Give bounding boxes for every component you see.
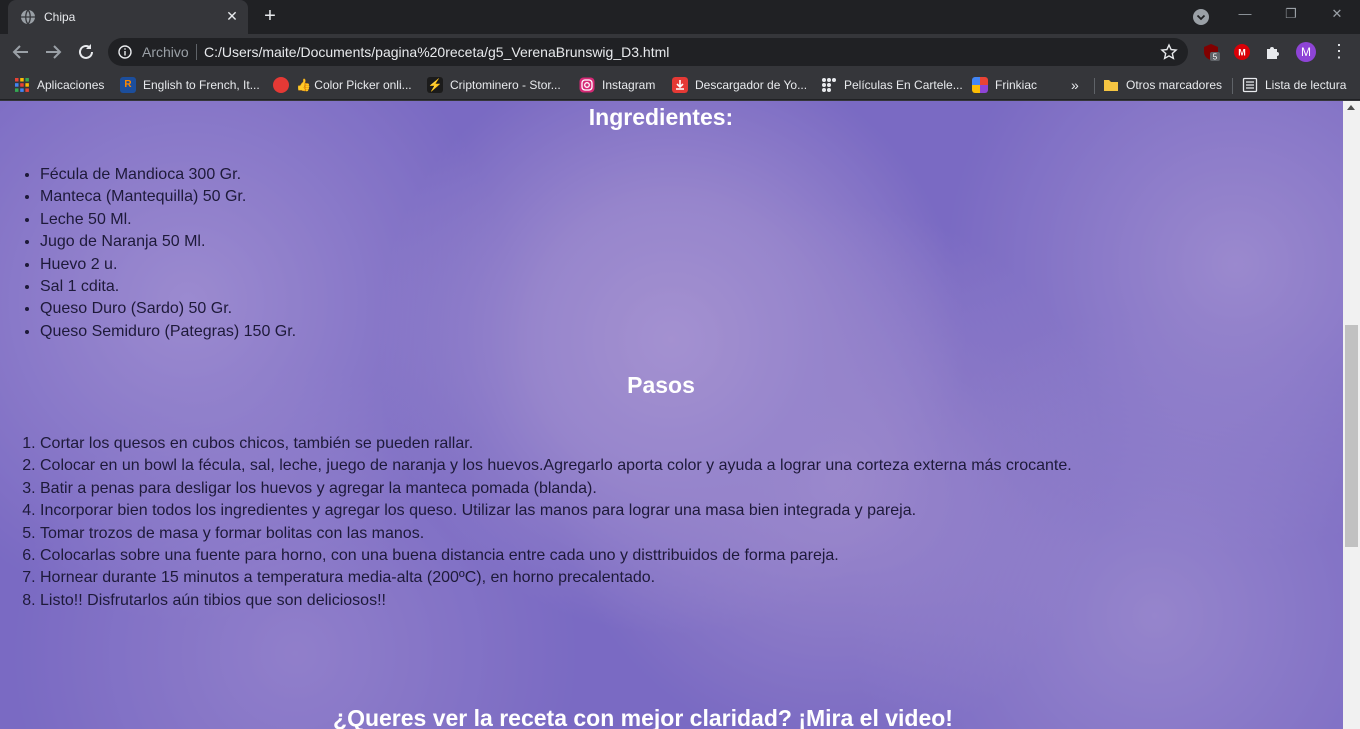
bookmark-criptominero[interactable]: ⚡ Criptominero - Stor... — [427, 76, 561, 94]
extensions-puzzle-icon[interactable] — [1264, 43, 1282, 61]
video-heading: ¿Queres ver la receta con mejor claridad… — [333, 705, 953, 729]
reading-list-label: Lista de lectura — [1265, 78, 1347, 92]
close-tab-icon[interactable]: ✕ — [224, 8, 240, 24]
close-window-icon[interactable]: ✕ — [1327, 4, 1347, 24]
color-picker-icon — [273, 77, 289, 93]
ingredient-item: Sal 1 cdita. — [40, 276, 296, 298]
bookmarks-bar: Aplicaciones R English to French, It... … — [0, 70, 1360, 100]
bookmarks-separator — [1232, 78, 1233, 94]
url-separator — [196, 44, 197, 60]
bookmark-label: Aplicaciones — [37, 78, 105, 92]
tab-strip: Chipa ✕ + — ❐ ✕ — [0, 0, 1360, 34]
bookmark-color-picker[interactable]: 👍 Color Picker onli... — [273, 76, 412, 94]
browser-tab[interactable]: Chipa ✕ — [8, 0, 248, 34]
bookmark-label: Descargador de Yo... — [695, 78, 808, 92]
bookmark-instagram[interactable]: Instagram — [579, 76, 655, 94]
step-item: Cortar los quesos en cubos chicos, tambi… — [40, 433, 1072, 455]
frinkiac-icon — [972, 77, 988, 93]
globe-icon — [21, 9, 35, 25]
step-item: Colocarlas sobre una fuente para horno, … — [40, 545, 1072, 567]
bookmark-label: Instagram — [602, 78, 656, 92]
ingredient-item: Queso Semiduro (Pategras) 150 Gr. — [40, 321, 296, 343]
other-bookmarks-folder[interactable]: Otros marcadores — [1103, 76, 1222, 94]
bookmark-star-icon[interactable] — [1160, 43, 1178, 61]
ingredients-heading: Ingredientes: — [588, 104, 734, 130]
reload-icon[interactable] — [75, 41, 97, 63]
info-icon[interactable] — [118, 45, 132, 59]
bookmark-label: Criptominero - Stor... — [450, 78, 561, 92]
step-item: Hornear durante 15 minutos a temperatura… — [40, 567, 1072, 589]
svg-text:M: M — [1238, 48, 1246, 58]
url-scheme-chip: Archivo — [142, 44, 189, 60]
ingredient-item: Fécula de Mandioca 300 Gr. — [40, 164, 296, 186]
download-icon — [672, 77, 688, 93]
bookmarks-separator — [1094, 78, 1095, 94]
other-bookmarks-label: Otros marcadores — [1126, 78, 1223, 92]
bookmarks-overflow-button[interactable]: » — [1071, 76, 1079, 94]
ingredient-item: Huevo 2 u. — [40, 254, 296, 276]
browser-menu-icon[interactable]: ⋮ — [1330, 42, 1348, 62]
bookmark-label: Películas En Cartele... — [844, 78, 963, 92]
ingredient-item: Jugo de Naranja 50 Ml. — [40, 231, 296, 253]
ingredient-item: Queso Duro (Sardo) 50 Gr. — [40, 298, 296, 320]
mega-extension-icon[interactable]: M — [1233, 43, 1251, 61]
reading-list-icon — [1242, 77, 1258, 93]
bookmark-label: Frinkiac — [995, 78, 1038, 92]
step-item: Colocar en un bowl la fécula, sal, leche… — [40, 455, 1072, 477]
browser-toolbar: Archivo C:/Users/maite/Documents/pagina%… — [0, 34, 1360, 70]
bookmark-frinkiac[interactable]: Frinkiac — [972, 76, 1037, 94]
page-scrollbar[interactable] — [1343, 101, 1360, 729]
bookmark-peliculas[interactable]: Películas En Cartele... — [821, 76, 963, 94]
scrollbar-thumb[interactable] — [1345, 325, 1358, 547]
back-arrow-icon[interactable] — [10, 41, 32, 63]
folder-icon — [1104, 80, 1118, 91]
profile-avatar[interactable]: M — [1296, 42, 1316, 62]
bookmark-label: English to French, It... — [143, 78, 260, 92]
svg-text:5: 5 — [1213, 53, 1218, 62]
ingredient-item: Manteca (Mantequilla) 50 Gr. — [40, 186, 296, 208]
bookmark-label: 👍 Color Picker onli... — [296, 78, 412, 92]
ingredients-list: Fécula de Mandioca 300 Gr. Manteca (Mant… — [40, 164, 296, 343]
recipe-content: Ingredientes: Fécula de Mandioca 300 Gr.… — [0, 101, 1343, 729]
reverso-icon: R — [120, 77, 136, 93]
ingredient-item: Leche 50 Ml. — [40, 209, 296, 231]
step-item: Tomar trozos de masa y formar bolitas co… — [40, 523, 1072, 545]
steps-heading: Pasos — [627, 372, 695, 398]
address-bar[interactable]: Archivo C:/Users/maite/Documents/pagina%… — [108, 38, 1188, 66]
tab-search-icon[interactable] — [1192, 8, 1210, 26]
url-text[interactable]: C:/Users/maite/Documents/pagina%20receta… — [204, 44, 669, 60]
step-item: Incorporar bien todos los ingredientes y… — [40, 500, 1072, 522]
page-viewport: Ingredientes: Fécula de Mandioca 300 Gr.… — [0, 101, 1343, 729]
step-item: Batir a penas para desligar los huevos y… — [40, 478, 1072, 500]
ublock-origin-icon[interactable]: 5 — [1202, 43, 1220, 62]
reading-list-button[interactable]: Lista de lectura — [1242, 76, 1346, 94]
movies-icon — [822, 78, 836, 92]
apps-grid-icon — [15, 78, 29, 92]
instagram-icon — [579, 77, 595, 93]
restore-window-icon[interactable]: ❐ — [1281, 4, 1301, 24]
bookmark-reverso[interactable]: R English to French, It... — [120, 76, 260, 94]
steps-list: Cortar los quesos en cubos chicos, tambi… — [40, 433, 1072, 612]
minimize-window-icon[interactable]: — — [1235, 4, 1255, 24]
bookmark-apps[interactable]: Aplicaciones — [14, 76, 104, 94]
step-item: Listo!! Disfrutarlos aún tibios que son … — [40, 590, 1072, 612]
tab-title: Chipa — [44, 10, 76, 24]
new-tab-button[interactable]: + — [260, 6, 280, 26]
bookmark-descargador[interactable]: Descargador de Yo... — [672, 76, 807, 94]
forward-arrow-icon[interactable] — [42, 41, 64, 63]
scroll-up-arrow-icon[interactable] — [1347, 105, 1355, 110]
criptominero-icon: ⚡ — [427, 77, 443, 93]
